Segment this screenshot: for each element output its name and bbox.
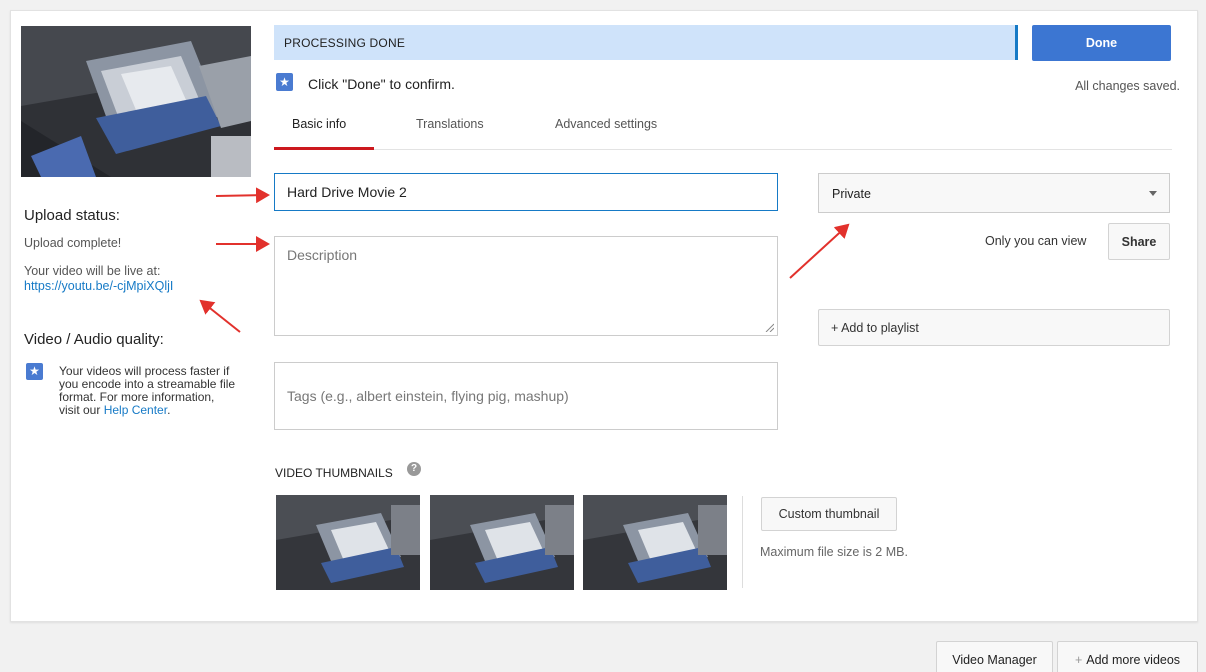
processing-status-text: PROCESSING DONE <box>284 36 406 50</box>
help-question-icon[interactable]: ? <box>407 462 421 476</box>
video-url-link[interactable]: https://youtu.be/-cjMpiXQljI <box>24 279 173 293</box>
help-center-suffix: . <box>167 403 171 417</box>
max-file-size-text: Maximum file size is 2 MB. <box>760 545 908 559</box>
add-more-videos-label: Add more videos <box>1086 652 1181 667</box>
live-at-text: Your video will be live at: <box>24 264 161 278</box>
tab-basic-info[interactable]: Basic info <box>292 117 346 131</box>
video-preview-image <box>21 26 251 177</box>
add-to-playlist-button[interactable]: + Add to playlist <box>818 309 1170 346</box>
custom-thumbnail-button[interactable]: Custom thumbnail <box>761 497 897 531</box>
thumbnail-option[interactable] <box>276 495 420 590</box>
title-input[interactable] <box>274 173 778 211</box>
help-center-link[interactable]: Help Center <box>104 403 167 417</box>
description-input[interactable] <box>274 236 778 336</box>
tab-advanced-settings[interactable]: Advanced settings <box>555 117 657 131</box>
resize-handle-icon[interactable] <box>764 322 774 332</box>
video-manager-button[interactable]: Video Manager <box>936 641 1053 672</box>
thumbnail-option[interactable] <box>430 495 574 590</box>
quality-info-text: Your videos will process faster if you e… <box>59 365 237 417</box>
plus-icon: + <box>1074 652 1083 667</box>
privacy-dropdown[interactable]: Private <box>818 173 1170 213</box>
thumbnail-option[interactable] <box>583 495 727 590</box>
privacy-selected-value: Private <box>832 187 871 201</box>
upload-status-title: Upload status: <box>24 207 120 224</box>
tab-translations[interactable]: Translations <box>416 117 484 131</box>
thumbnail-divider <box>742 496 743 588</box>
quality-title: Video / Audio quality: <box>24 331 164 348</box>
chevron-down-icon <box>1149 191 1157 196</box>
processing-status-bar: PROCESSING DONE <box>274 25 1018 60</box>
saved-status-text: All changes saved. <box>1075 79 1180 93</box>
add-more-videos-button[interactable]: + Add more videos <box>1057 641 1198 672</box>
tab-bar: Basic info Translations Advanced setting… <box>274 110 1172 150</box>
confirm-text: Click "Done" to confirm. <box>308 76 455 92</box>
upload-complete-text: Upload complete! <box>24 236 122 250</box>
video-thumbnails-title: VIDEO THUMBNAILS <box>275 466 393 480</box>
done-button[interactable]: Done <box>1032 25 1171 61</box>
active-tab-indicator <box>274 147 374 150</box>
confirm-star-icon: ★ <box>276 73 293 91</box>
privacy-note: Only you can view <box>985 234 1087 248</box>
share-button[interactable]: Share <box>1108 223 1170 260</box>
tags-input[interactable] <box>274 362 778 430</box>
info-star-icon: ★ <box>26 363 43 380</box>
